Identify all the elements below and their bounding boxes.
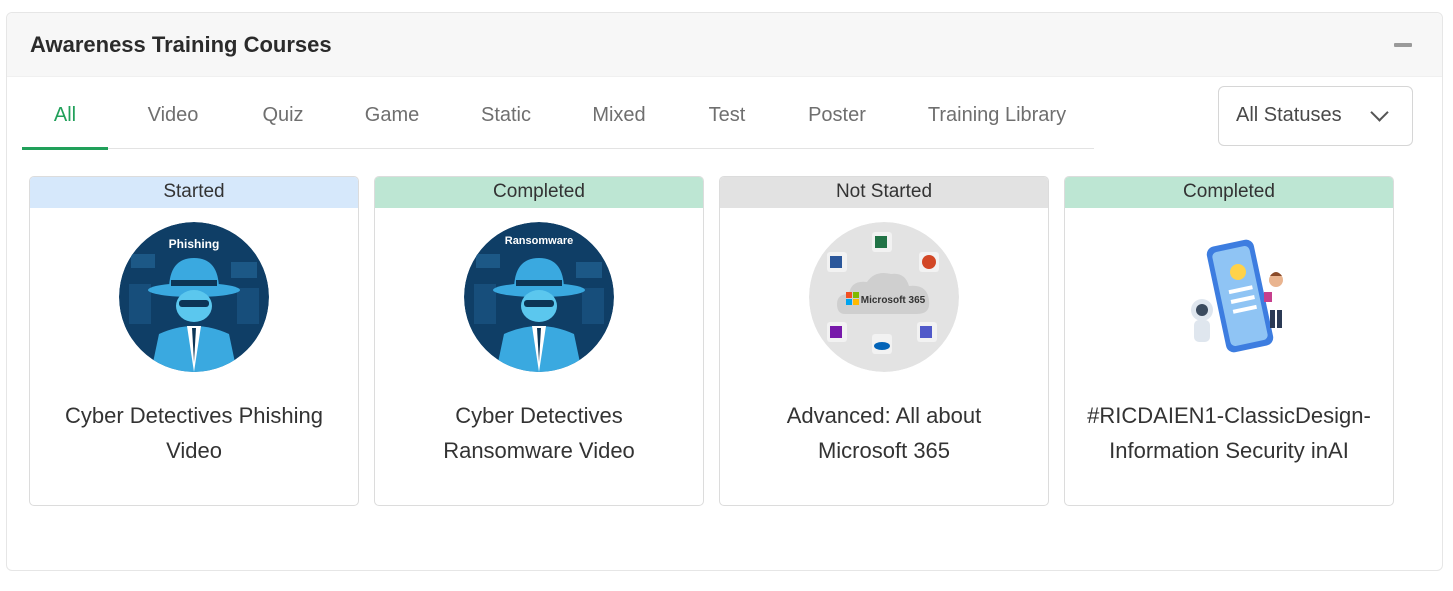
tab-poster[interactable]: Poster [795,86,879,149]
course-status-badge: Started [30,177,358,208]
course-status-badge: Completed [375,177,703,208]
course-title: Cyber Detectives Phishing Video [64,403,323,463]
collapse-icon[interactable] [1394,43,1412,47]
microsoft-365-cloud-icon: Microsoft 365 [809,222,959,372]
course-title: Advanced: All about Microsoft 365 [786,403,982,463]
tab-quiz[interactable]: Quiz [247,86,319,149]
course-title: Cyber Detectives Ransomware Video [443,403,635,463]
tab-video[interactable]: Video [129,86,217,149]
tab-test[interactable]: Test [697,86,757,149]
ransomware-detective-icon: Ransomware [464,222,614,372]
phishing-detective-icon: Phishing [119,222,269,372]
course-card[interactable]: Completed Ransomware Cyber Detectives Ra… [374,176,704,506]
status-filter-select[interactable]: All Statuses [1218,86,1413,146]
course-card[interactable]: Completed #RICDAIEN1-ClassicDesign-Infor… [1064,176,1394,506]
thumb-text: Phishing [169,237,220,251]
tab-game[interactable]: Game [353,86,431,149]
status-filter-value: All Statuses [1236,104,1342,126]
ai-phone-illustration-icon [1154,222,1304,372]
course-title: #RICDAIEN1-ClassicDesign-Information Sec… [1087,403,1371,463]
thumb-text: Ransomware [505,235,573,247]
course-type-tabs: All Video Quiz Game Static Mixed Test Po… [22,86,1094,150]
tab-static[interactable]: Static [469,86,543,149]
course-card[interactable]: Not Started Microsoft 365 Advanced: All … [719,176,1049,506]
course-status-badge: Completed [1065,177,1393,208]
chevron-down-icon [1370,103,1389,122]
course-status-badge: Not Started [720,177,1048,208]
tab-training-library[interactable]: Training Library [917,86,1077,149]
panel-title: Awareness Training Courses [30,32,332,57]
tab-all[interactable]: All [22,86,108,150]
course-card[interactable]: Started Phishing Cyber Detectives Phishi… [29,176,359,506]
panel-header: Awareness Training Courses [7,13,1442,77]
tab-mixed[interactable]: Mixed [577,86,661,149]
thumb-text: Microsoft 365 [861,295,926,306]
